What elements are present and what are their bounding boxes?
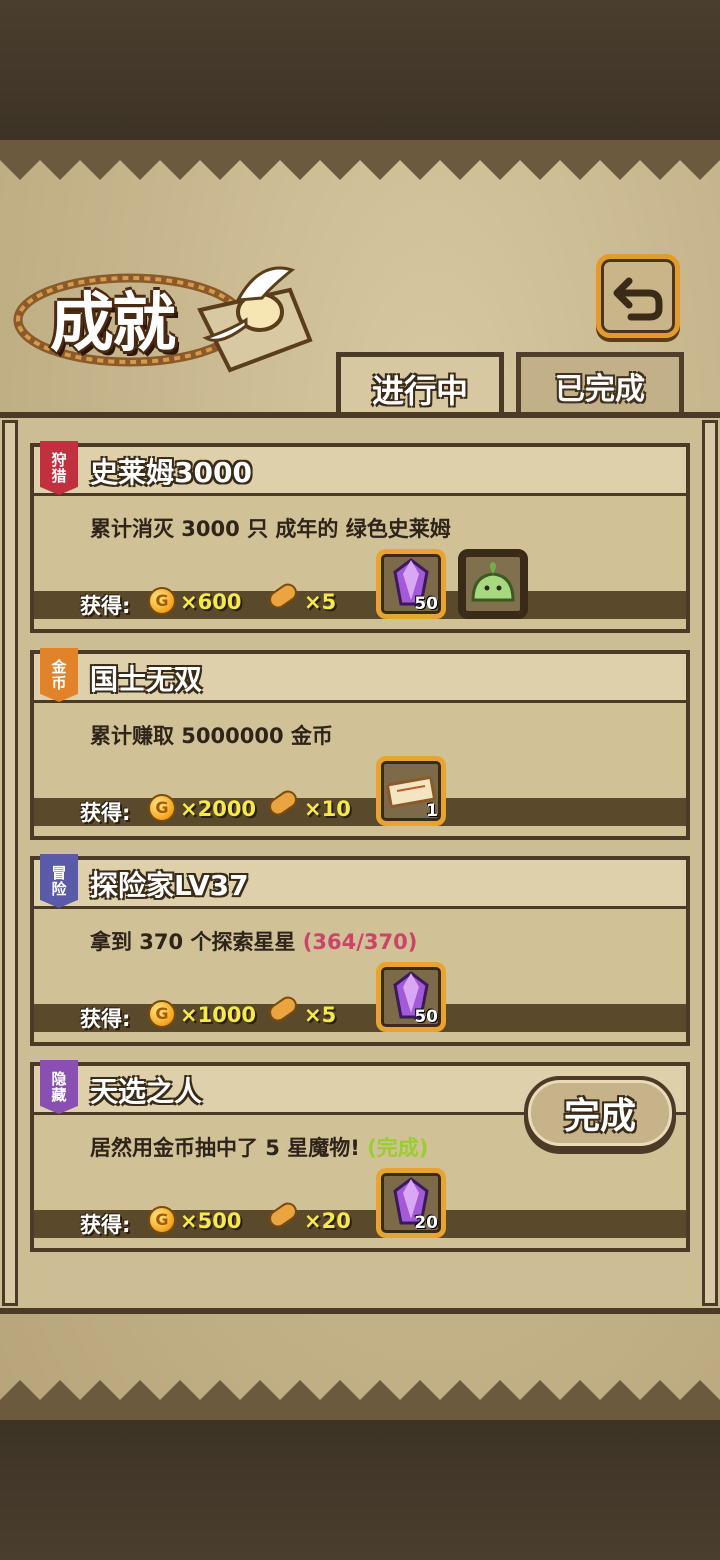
reward-item-ticket[interactable]: 1 xyxy=(376,756,446,826)
reward-label: 获得: xyxy=(80,594,131,618)
bottom-background xyxy=(0,1420,720,1560)
category-badge-text: 冒险 xyxy=(51,864,67,898)
achievement-description: 居然用金币抽中了 5 星魔物! (完成) xyxy=(90,1132,428,1162)
panel-right-frame xyxy=(702,420,718,1306)
category-badge: 冒险 xyxy=(40,854,78,908)
description-text: 居然用金币抽中了 5 星魔物! xyxy=(90,1136,360,1160)
zigzag-top-edge xyxy=(0,140,720,180)
reward-item-crystal[interactable]: 50 xyxy=(376,549,446,619)
description-text: 拿到 370 个探索星星 xyxy=(90,930,296,954)
achievement-title: 史莱姆3000 xyxy=(90,456,252,489)
reward-label: 获得: xyxy=(80,801,131,825)
gold-coin-icon: G xyxy=(148,1206,176,1234)
reward-bar: 获得: G ×600 ×5 xyxy=(34,580,686,619)
achievement-description: 累计赚取 5000000 金币 xyxy=(90,720,333,750)
bread-icon xyxy=(265,1199,301,1231)
category-badge: 金币 xyxy=(40,648,78,702)
bread-reward-value: ×10 xyxy=(304,797,351,821)
category-badge: 狩猎 xyxy=(40,441,78,495)
zigzag-bottom-edge xyxy=(0,1380,720,1420)
item-count: 1 xyxy=(426,801,438,821)
achievement-title: 探险家LV37 xyxy=(90,869,249,902)
tab-completed-label: 已完成 xyxy=(555,372,645,407)
category-badge-text: 狩猎 xyxy=(51,451,67,485)
complete-button[interactable]: 完成 xyxy=(524,1076,676,1150)
bread-reward-value: ×20 xyxy=(304,1209,351,1233)
reward-item-crystal[interactable]: 50 xyxy=(376,962,446,1032)
reward-bar: 获得: G ×2000 ×10 xyxy=(34,787,686,826)
achievement-description: 拿到 370 个探索星星 (364/370) xyxy=(90,926,417,956)
achievement-title: 天选之人 xyxy=(90,1075,203,1108)
tab-in-progress-label: 进行中 xyxy=(371,371,468,410)
gold-reward-value: ×2000 xyxy=(180,797,257,821)
gold-coin-icon: G xyxy=(148,794,176,822)
achievement-card: 金币 国士无双 累计赚取 5000000 金币 获得: G ×2000 ×10 … xyxy=(30,648,690,840)
gold-reward-value: ×600 xyxy=(180,590,242,614)
reward-bar: 获得: G ×1000 ×5 xyxy=(34,993,686,1032)
reward-label: 获得: xyxy=(80,1007,131,1031)
item-count: 20 xyxy=(414,1213,438,1233)
page-title: 成就 xyxy=(50,286,176,361)
gold-reward-value: ×500 xyxy=(180,1209,242,1233)
achievement-card: 冒险 探险家LV37 拿到 370 个探索星星 (364/370) 获得: G … xyxy=(30,854,690,1046)
bread-icon xyxy=(265,787,301,819)
category-badge-text: 金币 xyxy=(51,658,67,692)
reward-item-slime[interactable] xyxy=(458,549,528,619)
achievement-title: 国士无双 xyxy=(90,663,203,696)
tab-completed[interactable]: 已完成 xyxy=(516,352,684,420)
achievement-card: 狩猎 史莱姆3000 累计消灭 3000 只 成年的 绿色史莱姆 获得: G ×… xyxy=(30,441,690,633)
reward-label: 获得: xyxy=(80,1213,131,1237)
gold-coin-icon: G xyxy=(148,1000,176,1028)
bread-reward-value: ×5 xyxy=(304,590,337,614)
panel-left-frame xyxy=(2,420,18,1306)
top-background xyxy=(0,0,720,140)
return-arrow-icon xyxy=(613,277,663,321)
progress-text: (364/370) xyxy=(302,930,418,954)
achievement-description: 累计消灭 3000 只 成年的 绿色史莱姆 xyxy=(90,513,451,543)
bread-reward-value: ×5 xyxy=(304,1003,337,1027)
completed-text: (完成) xyxy=(367,1136,429,1160)
gold-reward-value: ×1000 xyxy=(180,1003,257,1027)
item-count: 50 xyxy=(414,1007,438,1027)
reward-item-crystal[interactable]: 20 xyxy=(376,1168,446,1238)
category-badge: 隐藏 xyxy=(40,1060,78,1114)
reward-bar: 获得: G ×500 ×20 xyxy=(34,1199,686,1238)
bread-icon xyxy=(265,580,301,612)
tab-in-progress[interactable]: 进行中 xyxy=(336,352,504,420)
description-text: 累计消灭 3000 只 成年的 绿色史莱姆 xyxy=(90,517,451,541)
green-slime-icon xyxy=(471,562,515,602)
gold-coin-icon: G xyxy=(148,587,176,615)
category-badge-text: 隐藏 xyxy=(51,1070,67,1104)
bread-icon xyxy=(265,993,301,1025)
description-text: 累计赚取 5000000 金币 xyxy=(90,724,333,748)
item-count: 50 xyxy=(414,594,438,614)
back-button[interactable] xyxy=(596,254,680,338)
title-banner: 成就 xyxy=(10,250,320,380)
